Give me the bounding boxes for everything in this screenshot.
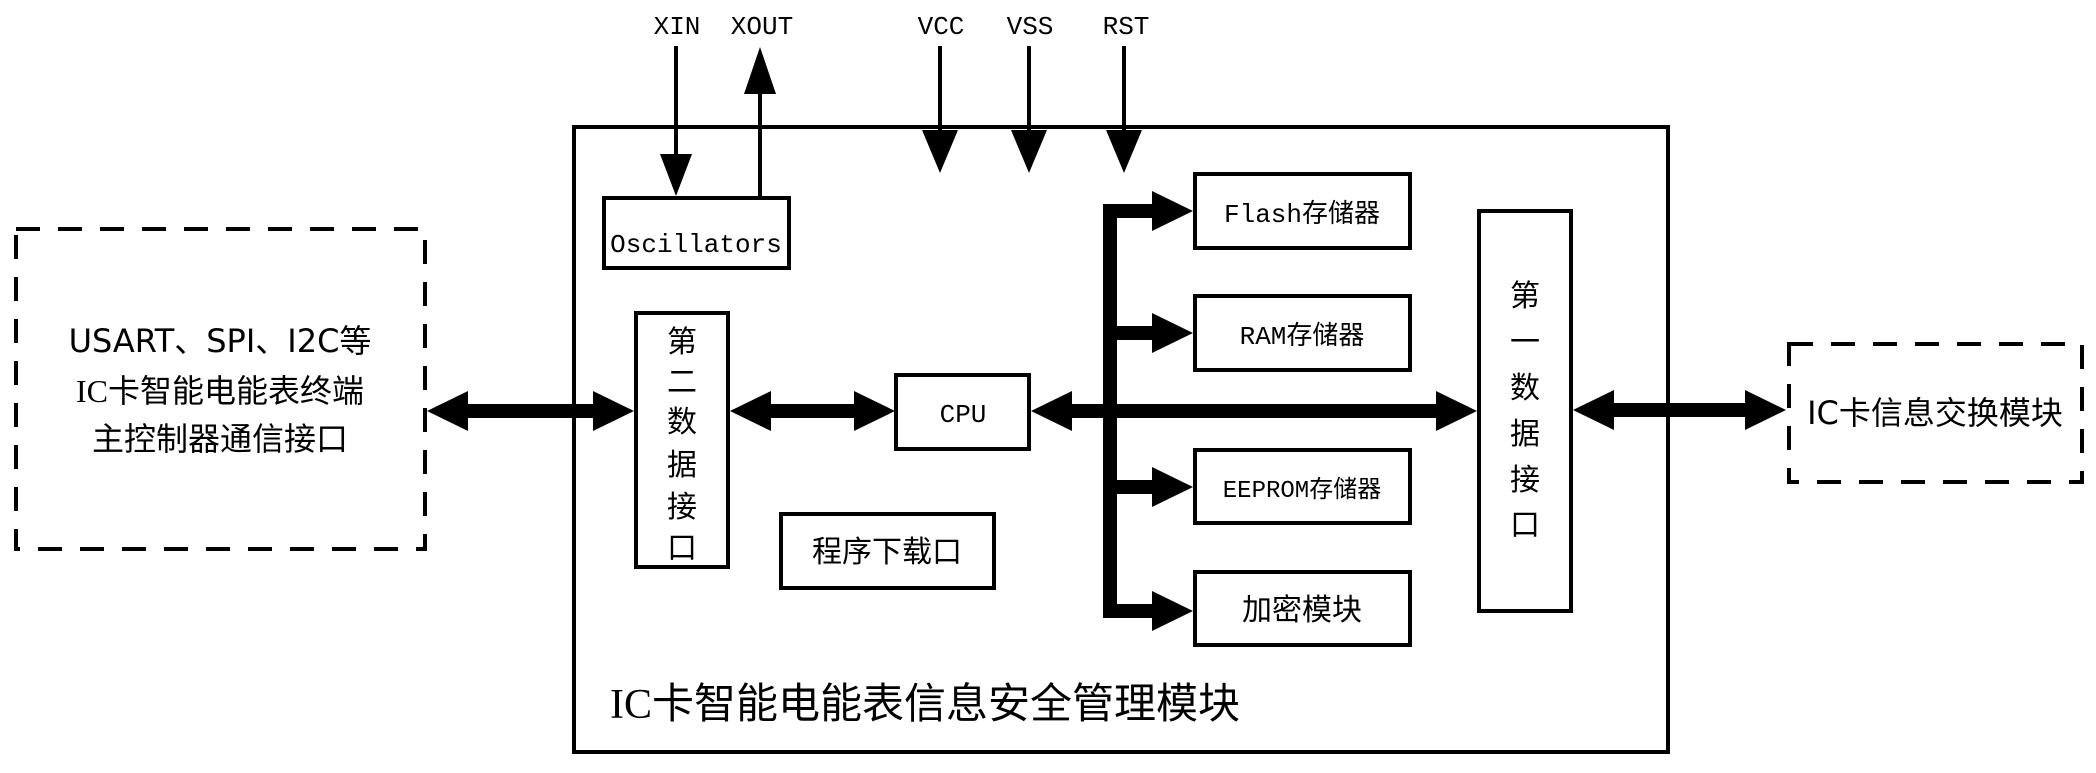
external-left-label-line1: USART、SPI、I2C等 <box>69 322 372 360</box>
second-data-interface-char: 接 <box>667 490 697 525</box>
eeprom-label: EEPROM存储器 <box>1223 476 1381 505</box>
first-data-interface-char: 一 <box>1510 325 1540 360</box>
cpu-label: CPU <box>940 400 987 430</box>
encryption-label: 加密模块 <box>1242 593 1362 628</box>
block-diagram: USART、SPI、I2C等 IC卡智能电能表终端 主控制器通信接口 IC卡信息… <box>14 12 2084 754</box>
pin-label-xin: XIN <box>654 12 701 42</box>
program-download-label: 程序下载口 <box>812 535 962 570</box>
external-right-label: IC卡信息交换模块 <box>1807 394 2063 432</box>
main-module-title: IC卡智能电能表信息安全管理模块 <box>610 681 1240 728</box>
first-data-interface-char: 口 <box>1510 508 1540 543</box>
second-data-interface-char: 据 <box>667 448 697 483</box>
pin-label-xout: XOUT <box>731 12 793 42</box>
second-data-interface-char: 口 <box>667 531 697 566</box>
second-data-interface-char: 数 <box>667 405 697 440</box>
first-data-interface-char: 第 <box>1510 279 1540 314</box>
first-data-interface-block <box>1477 209 1573 613</box>
vcc-arrow-icon <box>922 130 958 173</box>
first-data-interface-char: 数 <box>1510 371 1540 406</box>
vss-arrow-icon <box>1011 130 1047 173</box>
xin-arrow-icon <box>660 154 692 196</box>
pin-label-vcc: VCC <box>918 12 965 42</box>
pin-label-rst: RST <box>1103 12 1150 42</box>
bus-arrow-external-left <box>427 391 634 431</box>
ram-label: RAM存储器 <box>1240 321 1365 352</box>
xout-arrow-icon <box>744 47 776 94</box>
pin-label-vss: VSS <box>1007 12 1054 42</box>
first-data-interface-char: 据 <box>1510 417 1540 452</box>
bus-arrow-interface-cpu <box>730 391 895 431</box>
flash-label: Flash存储器 <box>1224 199 1380 230</box>
bus-arrow-external-right <box>1573 390 1786 430</box>
second-data-interface-char: 二 <box>667 365 697 400</box>
external-left-label-line2: IC卡智能电能表终端 <box>76 373 364 409</box>
second-data-interface-char: 第 <box>667 325 697 360</box>
oscillators-label: Oscillators <box>610 230 782 260</box>
first-data-interface-char: 接 <box>1510 463 1540 498</box>
bus-arrow-cpu-interface <box>1031 391 1477 431</box>
rst-arrow-icon <box>1106 130 1142 173</box>
external-left-label-line3: 主控制器通信接口 <box>92 421 348 457</box>
